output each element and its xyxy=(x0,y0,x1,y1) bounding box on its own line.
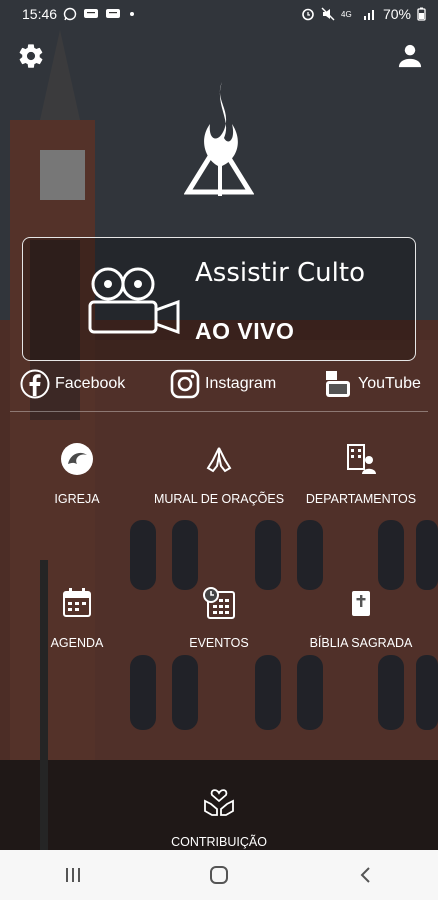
section-divider xyxy=(10,411,428,412)
menu-eventos[interactable]: EVENTOS xyxy=(149,586,289,650)
calendar-icon xyxy=(63,588,91,617)
menu-mural-oracoes-label: MURAL DE ORAÇÕES xyxy=(153,492,285,506)
back-icon xyxy=(360,867,370,883)
menu-igreja[interactable]: IGREJA xyxy=(7,442,147,506)
menu-eventos-label: EVENTOS xyxy=(189,636,249,650)
youtube-link[interactable]: YouTube xyxy=(323,368,421,400)
gear-icon[interactable] xyxy=(17,42,45,70)
giving-hands-icon xyxy=(204,789,234,816)
dot-icon xyxy=(130,12,135,16)
youtube-label: YouTube xyxy=(358,375,421,392)
recent-apps-icon xyxy=(66,868,80,882)
top-toolbar xyxy=(0,42,438,72)
menu-departamentos-label: DEPARTAMENTOS xyxy=(305,492,417,506)
youtube-icon xyxy=(326,371,350,397)
menu-agenda-label: AGENDA xyxy=(50,636,104,650)
film-projector-icon xyxy=(88,267,180,335)
live-subtitle: AO VIVO xyxy=(195,318,295,344)
church-emblem-icon xyxy=(61,443,93,475)
status-left: 15:46 xyxy=(22,6,137,22)
departments-icon xyxy=(347,444,376,474)
message-icon xyxy=(106,9,121,18)
signal-icon xyxy=(363,10,374,20)
menu-mural-oracoes[interactable]: MURAL DE ORAÇÕES xyxy=(149,442,289,506)
event-calendar-icon xyxy=(203,587,235,619)
battery-icon xyxy=(417,7,426,21)
user-icon[interactable] xyxy=(396,42,424,70)
menu-biblia-sagrada[interactable]: BÍBLIA SAGRADA xyxy=(291,586,431,650)
facebook-label: Facebook xyxy=(55,375,126,392)
status-bar: 15:46 4G 70% xyxy=(0,0,438,28)
menu-agenda[interactable]: AGENDA xyxy=(7,586,147,650)
instagram-icon xyxy=(170,369,200,399)
whatsapp-icon xyxy=(63,7,77,21)
instagram-link[interactable]: Instagram xyxy=(170,368,276,400)
home-icon xyxy=(210,866,228,884)
back-button[interactable] xyxy=(335,855,395,895)
message-icon xyxy=(84,9,99,18)
svg-text:4G: 4G xyxy=(341,10,352,19)
menu-igreja-label: IGREJA xyxy=(54,492,100,506)
mute-icon xyxy=(321,7,335,21)
battery-percent: 70% xyxy=(382,6,411,22)
android-nav-bar xyxy=(0,850,438,900)
menu-departamentos[interactable]: DEPARTAMENTOS xyxy=(291,442,431,506)
lte-icon: 4G xyxy=(341,10,352,19)
menu-contribuicao-label: CONTRIBUIÇÃO xyxy=(171,835,267,849)
live-title: Assistir Culto xyxy=(195,258,365,288)
alarm-icon xyxy=(302,8,314,21)
facebook-link[interactable]: Facebook xyxy=(20,368,125,400)
church-logo-icon xyxy=(184,82,254,196)
menu-contribuicao[interactable]: CONTRIBUIÇÃO xyxy=(149,785,289,849)
status-right: 4G 70% xyxy=(301,6,426,22)
app-screen: 15:46 4G 70% Assistir Culto AO VIVO Face… xyxy=(0,0,438,900)
bible-icon xyxy=(352,591,370,616)
status-time: 15:46 xyxy=(22,6,58,22)
recent-apps-button[interactable] xyxy=(43,855,103,895)
praying-hands-icon xyxy=(206,447,232,473)
watch-live-button[interactable]: Assistir Culto AO VIVO xyxy=(22,237,416,361)
instagram-label: Instagram xyxy=(205,375,277,392)
facebook-icon xyxy=(20,369,50,399)
menu-biblia-sagrada-label: BÍBLIA SAGRADA xyxy=(309,636,413,650)
home-button[interactable] xyxy=(189,855,249,895)
